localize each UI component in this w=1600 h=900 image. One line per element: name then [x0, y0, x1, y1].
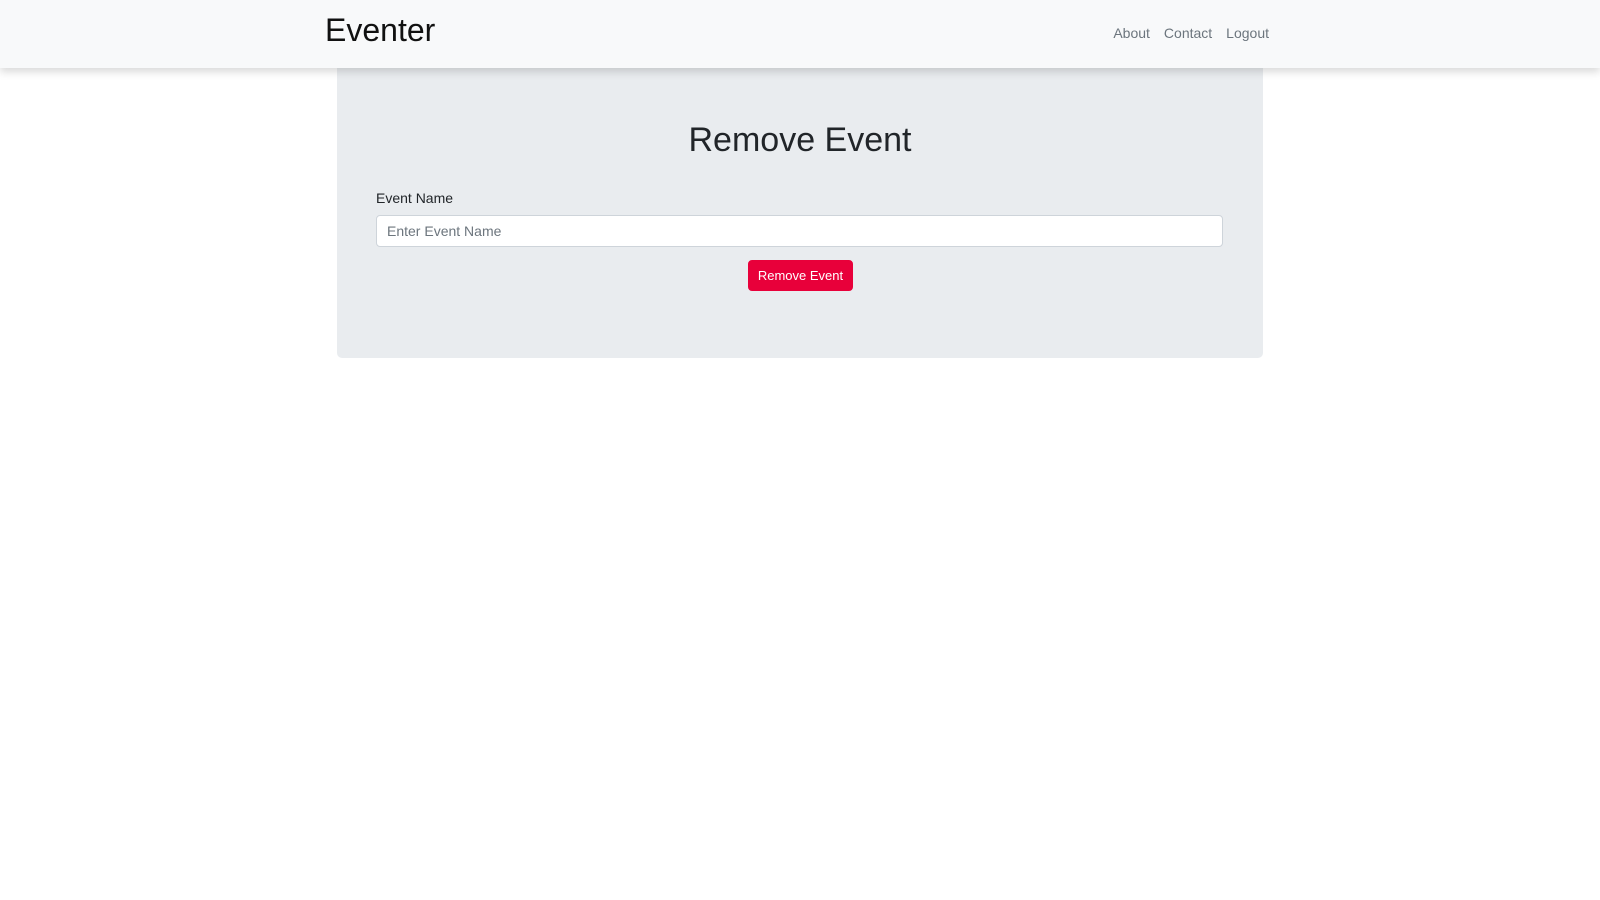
navbar: Eventer About Contact Logout [0, 0, 1600, 68]
remove-event-button[interactable]: Remove Event [748, 260, 853, 291]
event-name-input[interactable] [376, 215, 1223, 247]
nav-link-about[interactable]: About [1113, 23, 1150, 43]
nav-link-contact[interactable]: Contact [1164, 23, 1212, 43]
remove-event-panel: Remove Event Event Name Remove Event [337, 68, 1263, 358]
nav-link-logout[interactable]: Logout [1226, 23, 1269, 43]
nav-links: About Contact Logout [1113, 23, 1269, 43]
event-name-label: Event Name [376, 190, 454, 206]
page-title: Remove Event [688, 121, 912, 159]
brand-logo[interactable]: Eventer [325, 10, 435, 50]
